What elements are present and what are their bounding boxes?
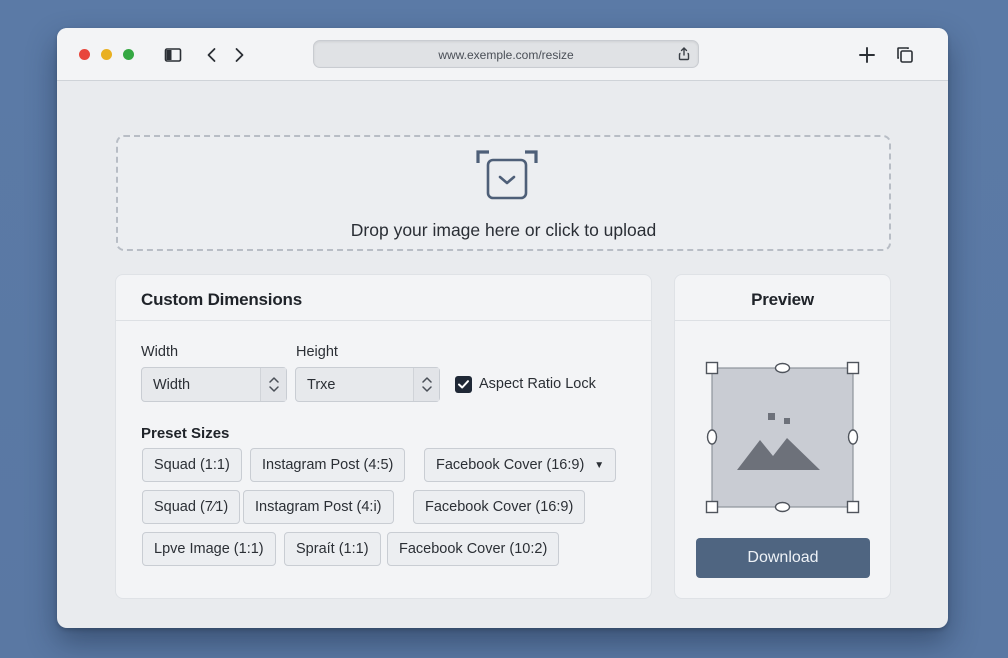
tabs-icon[interactable] [895, 45, 915, 65]
preset-chip[interactable]: Facebook Cover (10:2) [387, 532, 560, 566]
minimize-window-button[interactable] [101, 49, 112, 60]
stepper-arrows-icon [269, 377, 279, 392]
preview-header: Preview [675, 275, 890, 321]
preset-chip[interactable]: Lpve Image (1:1) [142, 532, 276, 566]
preset-chip[interactable]: Spraít (1:1) [284, 532, 381, 566]
chevron-left-icon[interactable] [202, 45, 222, 65]
share-icon[interactable] [676, 46, 692, 62]
image-placeholder-icon [768, 413, 775, 420]
resize-handle-bottom-right [846, 500, 860, 514]
preview-canvas[interactable] [705, 360, 860, 514]
resize-handle-left [706, 429, 718, 445]
maximize-window-button[interactable] [123, 49, 134, 60]
upload-frame-icon [476, 150, 538, 200]
preset-chip[interactable]: Facebook Cover (16:9) [413, 490, 586, 524]
height-input[interactable]: Trxe [295, 367, 440, 402]
width-input-value: Width [153, 377, 191, 393]
checkmark-icon [458, 380, 469, 389]
width-label: Width [141, 344, 179, 360]
browser-titlebar: www.exemple.com/resize [57, 28, 948, 81]
resize-handle-top [774, 362, 791, 374]
preset-dropdown[interactable]: Facebook Cover (16:9) ▼ [424, 448, 617, 482]
resize-handle-right [847, 429, 859, 445]
preset-chip[interactable]: Instagram Post (4:5) [250, 448, 406, 482]
resize-handle-top-left [705, 361, 719, 375]
preset-chip[interactable]: Instagram Post (4:i) [243, 490, 394, 524]
preset-chip[interactable]: Squad (7⁄1) [142, 490, 241, 524]
image-dropzone[interactable]: Drop your image here or click to upload [116, 135, 891, 251]
caret-down-icon: ▼ [594, 460, 605, 471]
preset-sizes-label: Preset Sizes [141, 425, 230, 442]
aspect-ratio-lock-checkbox[interactable] [455, 376, 472, 393]
resize-handle-bottom-left [705, 500, 719, 514]
dropzone-prompt: Drop your image here or click to upload [350, 220, 657, 240]
height-stepper[interactable] [413, 368, 439, 401]
preview-title: Preview [751, 290, 814, 309]
browser-window: www.exemple.com/resize Drop your image h… [57, 28, 948, 628]
aspect-ratio-lock-label[interactable]: Aspect Ratio Lock [479, 376, 596, 392]
resize-handle-top-right [846, 361, 860, 375]
resize-handle-bottom [774, 501, 791, 513]
custom-dimensions-panel: Custom Dimensions Width Width Height Trx… [115, 274, 652, 599]
chevron-right-icon[interactable] [229, 45, 249, 65]
width-stepper[interactable] [260, 368, 286, 401]
height-label: Height [296, 344, 338, 360]
url-text: www.exemple.com/resize [438, 48, 574, 62]
sidebar-icon[interactable] [163, 45, 183, 65]
preset-chip[interactable]: Squad (1:1) [142, 448, 242, 482]
custom-dimensions-title: Custom Dimensions [141, 290, 302, 309]
preview-image-frame [711, 367, 854, 508]
height-input-value: Trxe [307, 377, 336, 393]
close-window-button[interactable] [79, 49, 90, 60]
custom-dimensions-header: Custom Dimensions [116, 275, 651, 321]
preview-panel: Preview Download [674, 274, 891, 599]
width-input[interactable]: Width [141, 367, 287, 402]
plus-icon[interactable] [857, 45, 877, 65]
address-bar[interactable]: www.exemple.com/resize [313, 40, 699, 68]
download-button[interactable]: Download [696, 538, 870, 578]
stepper-arrows-icon [422, 377, 432, 392]
